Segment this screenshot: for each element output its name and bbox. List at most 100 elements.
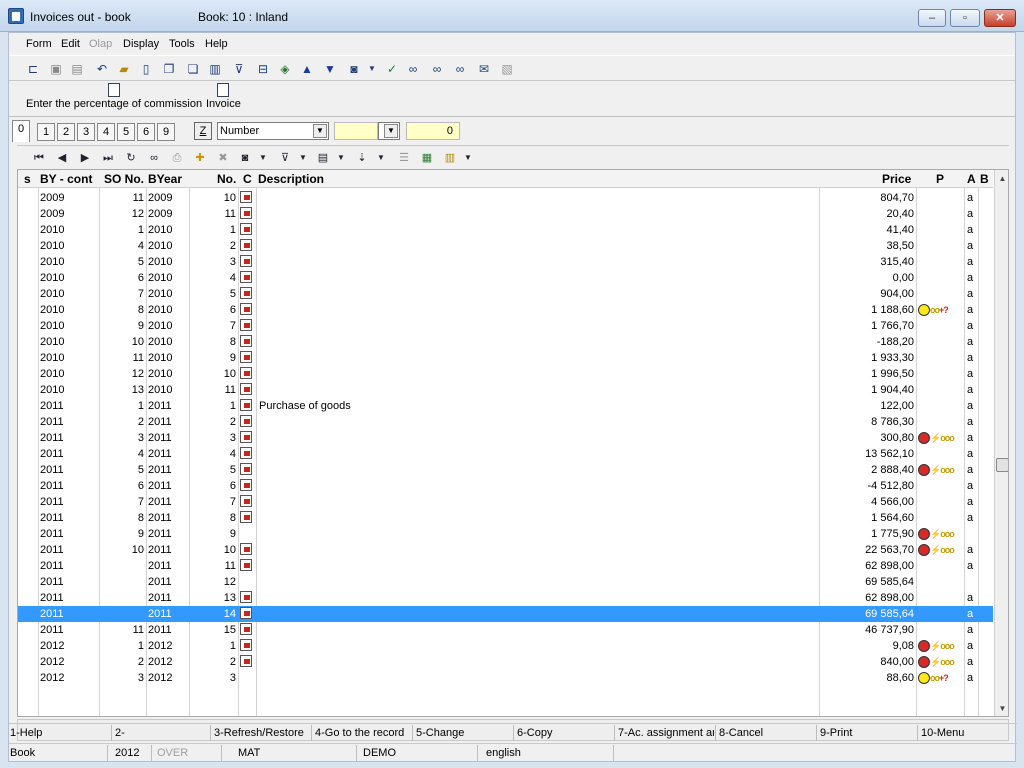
table-row[interactable]: 2011 8 2011 8 1 564,60 a	[18, 510, 993, 526]
document-copy-icon[interactable]	[240, 303, 252, 319]
document-copy-icon[interactable]	[240, 655, 252, 671]
search-value-field[interactable]	[334, 122, 378, 140]
camera-icon[interactable]: ◙	[237, 150, 253, 166]
delete-record-icon[interactable]: ✖	[215, 150, 231, 166]
find-icon[interactable]: ∞	[146, 150, 162, 166]
table-row[interactable]: 2010 10 2010 8 -188,20 a	[18, 334, 993, 350]
document-copy-icon[interactable]	[240, 399, 252, 415]
search-dropdown[interactable]: ▼	[378, 122, 400, 140]
col-header-c[interactable]: C	[243, 172, 252, 186]
col-header-description[interactable]: Description	[258, 172, 324, 186]
undo-icon[interactable]: ↶	[94, 61, 110, 77]
enter-commission-button[interactable]: Enter the percentage of commission	[26, 83, 202, 110]
camera-dropdown-icon[interactable]: ▼	[364, 61, 380, 77]
fkey-10[interactable]: 10-Menu	[921, 727, 1017, 739]
tab-4[interactable]: 4	[97, 123, 115, 141]
fkey-7[interactable]: 7-Ac. assignment ar	[618, 727, 714, 739]
document-copy-icon[interactable]	[240, 239, 252, 255]
menu-tools[interactable]: Tools	[169, 38, 195, 50]
scroll-down-icon[interactable]: ▼	[996, 702, 1008, 715]
z-button[interactable]: Z	[194, 122, 212, 140]
filter-dropdown-icon[interactable]: ▼	[295, 150, 311, 166]
document-copy-icon[interactable]	[240, 511, 252, 527]
col-header-s[interactable]: s	[24, 172, 31, 186]
document-copy-icon[interactable]	[240, 463, 252, 479]
table-row[interactable]: 2011 9 2011 9 1 775,90 ⚡ooo	[18, 526, 993, 542]
table-row[interactable]: 2011 2011 13 62 898,00 a	[18, 590, 993, 606]
table-row[interactable]: 2012 2 2012 2 840,00 a ⚡ooo	[18, 654, 993, 670]
col-header-by-cont[interactable]: BY - cont	[40, 172, 92, 186]
tab-3[interactable]: 3	[77, 123, 95, 141]
fkey-9[interactable]: 9-Print	[820, 727, 916, 739]
table-row[interactable]: 2010 4 2010 2 38,50 a	[18, 238, 993, 254]
tab-1[interactable]: 1	[37, 123, 55, 141]
open-folder-icon[interactable]: ▰	[116, 61, 132, 77]
fkey-6[interactable]: 6-Copy	[517, 727, 613, 739]
sort-dropdown-icon[interactable]: ▼	[373, 150, 389, 166]
table-row[interactable]: 2011 7 2011 7 4 566,00 a	[18, 494, 993, 510]
table-row[interactable]: 2010 6 2010 4 0,00 a	[18, 270, 993, 286]
fkey-1[interactable]: 1-Help	[10, 727, 106, 739]
table-row[interactable]: 2011 1 2011 1 Purchase of goods 122,00 a	[18, 398, 993, 414]
save-icon[interactable]: ▣	[48, 61, 64, 77]
invoice-button[interactable]: Invoice	[206, 83, 241, 110]
excel-icon[interactable]: ▦	[419, 150, 435, 166]
fkey-3[interactable]: 3-Refresh/Restore	[214, 727, 310, 739]
document-copy-icon[interactable]	[240, 335, 252, 351]
table-row[interactable]: 2011 2011 14 69 585,64 a	[18, 606, 993, 622]
document-copy-icon[interactable]	[240, 623, 252, 639]
tab-6[interactable]: 6	[137, 123, 155, 141]
table-row[interactable]: 2011 2011 12 69 585,64	[18, 574, 993, 590]
table-row[interactable]: 2011 2011 11 62 898,00 a	[18, 558, 993, 574]
fkey-2[interactable]: 2-	[115, 727, 211, 739]
close-button[interactable]: ✕	[984, 9, 1016, 27]
save-as-icon[interactable]: ▤	[69, 61, 85, 77]
table-row[interactable]: 2010 1 2010 1 41,40 a	[18, 222, 993, 238]
scroll-up-icon[interactable]: ▲	[996, 172, 1008, 185]
columns-dropdown-icon[interactable]: ▼	[333, 150, 349, 166]
refresh-icon[interactable]: ↻	[123, 150, 139, 166]
mail-icon[interactable]: ✉	[476, 61, 492, 77]
col-header-no[interactable]: No.	[217, 172, 236, 186]
menu-olap[interactable]: Olap	[89, 38, 112, 50]
chevron-down-icon[interactable]: ▼	[313, 124, 327, 138]
binoculars-prev-icon[interactable]: ∞	[452, 61, 468, 77]
document-copy-icon[interactable]	[240, 639, 252, 655]
document-copy-icon[interactable]	[240, 543, 252, 559]
document-copy-icon[interactable]	[240, 207, 252, 223]
notes-icon[interactable]: ▥	[442, 150, 458, 166]
books-icon[interactable]: ◈	[277, 61, 293, 77]
table-row[interactable]: 2010 9 2010 7 1 766,70 a	[18, 318, 993, 334]
table-row[interactable]: 2010 12 2010 10 1 996,50 a	[18, 366, 993, 382]
document-copy-icon[interactable]	[240, 431, 252, 447]
maximize-button[interactable]: ▫	[950, 9, 980, 27]
chevron-down-icon[interactable]: ▼	[384, 124, 398, 138]
next-record-icon[interactable]: ▶	[77, 150, 93, 166]
sort-field-select[interactable]: Number ▼	[217, 122, 329, 140]
col-header-p[interactable]: P	[936, 172, 944, 186]
vertical-scrollbar[interactable]: ▲ ▼	[994, 170, 1008, 716]
table-row[interactable]: 2011 6 2011 6 -4 512,80 a	[18, 478, 993, 494]
notes-dropdown-icon[interactable]: ▼	[460, 150, 476, 166]
document-copy-icon[interactable]	[240, 287, 252, 303]
list-icon[interactable]: ☰	[396, 150, 412, 166]
filter-icon[interactable]: ⊽	[277, 150, 293, 166]
paste-icon[interactable]: ❏	[185, 61, 201, 77]
add-record-icon[interactable]: ✚	[192, 150, 208, 166]
table-row[interactable]: 2010 11 2010 9 1 933,30 a	[18, 350, 993, 366]
check-icon[interactable]: ✓	[384, 61, 400, 77]
print-icon[interactable]: ⎙	[169, 150, 185, 166]
prev-record-icon[interactable]: ◀	[54, 150, 70, 166]
table-row[interactable]: 2011 10 2011 10 22 563,70 a ⚡ooo	[18, 542, 993, 558]
tab-9[interactable]: 9	[157, 123, 175, 141]
document-copy-icon[interactable]	[240, 271, 252, 287]
first-record-icon[interactable]: ⏮	[31, 150, 47, 166]
new-document-icon[interactable]: ▯	[138, 61, 154, 77]
table-row[interactable]: 2012 1 2012 1 9,08 a ⚡ooo	[18, 638, 993, 654]
table-row[interactable]: 2010 8 2010 6 1 188,60 a oo+?	[18, 302, 993, 318]
table-row[interactable]: 2010 5 2010 3 315,40 a	[18, 254, 993, 270]
document-copy-icon[interactable]	[240, 383, 252, 399]
fkey-4[interactable]: 4-Go to the record	[315, 727, 411, 739]
col-header-a[interactable]: A	[967, 172, 976, 186]
document-copy-icon[interactable]	[240, 319, 252, 335]
